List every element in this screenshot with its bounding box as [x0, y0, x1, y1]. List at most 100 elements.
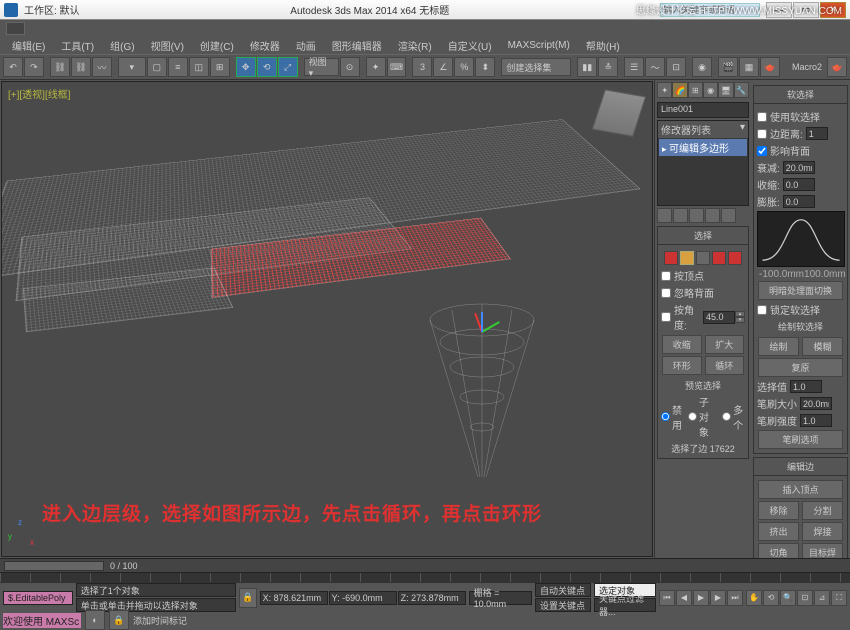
viewport-label[interactable]: [+][透视][线框] — [8, 86, 71, 101]
keyboard-shortcut-button[interactable]: ⌨ — [387, 57, 407, 77]
time-slider[interactable]: 0 / 100 — [0, 558, 850, 572]
fov-button[interactable]: ⊿ — [814, 590, 830, 606]
percent-snap-button[interactable]: % — [454, 57, 474, 77]
time-tag-button[interactable]: 添加时间标记 — [133, 614, 187, 627]
render-button[interactable]: 🫖 — [760, 57, 780, 77]
link-button[interactable]: ⛓ — [50, 57, 70, 77]
layer-manager-button[interactable]: ☰ — [624, 57, 644, 77]
z-coord[interactable]: Z: 273.878mm — [398, 591, 466, 605]
remove-modifier-button[interactable] — [705, 208, 720, 223]
workspace-selector[interactable]: 工作区: 默认 — [24, 2, 80, 17]
menu-customize[interactable]: 自定义(U) — [440, 36, 500, 55]
modifier-stack[interactable]: 修改器列表▾ ▸ 可编辑多边形 — [657, 120, 749, 206]
use-softselection-checkbox[interactable] — [757, 112, 767, 122]
pin-stack-button[interactable] — [657, 208, 672, 223]
maxscript-listener[interactable]: $.EditablePoly — [3, 591, 73, 605]
menu-rendering[interactable]: 渲染(R) — [390, 36, 440, 55]
softselection-header[interactable]: 软选择 — [754, 86, 847, 104]
by-angle-checkbox[interactable] — [661, 312, 671, 322]
selvalue-spinner[interactable] — [790, 380, 822, 393]
motion-tab[interactable]: ◉ — [703, 82, 718, 98]
keyfilters-button[interactable]: 关键点过滤器... — [594, 598, 656, 612]
configure-sets-button[interactable] — [721, 208, 736, 223]
utilities-tab[interactable]: 🔧 — [734, 82, 749, 98]
dropdown-icon[interactable]: ▾ — [740, 122, 745, 137]
select-scale-button[interactable]: ⤢ — [278, 57, 298, 77]
hierarchy-tab[interactable]: ⊞ — [688, 82, 703, 98]
isolate-button[interactable]: ◐ — [85, 610, 105, 630]
pan-view-button[interactable]: ✋ — [746, 590, 762, 606]
preview-subobj-radio[interactable] — [688, 412, 697, 421]
revert-button[interactable]: 复原 — [758, 358, 843, 377]
menu-tools[interactable]: 工具(T) — [53, 36, 102, 55]
mirror-button[interactable]: ▮▮ — [577, 57, 597, 77]
x-coord[interactable]: X: 878.621mm — [260, 591, 328, 605]
paint-button[interactable]: 绘制 — [758, 337, 799, 356]
blur-button[interactable]: 模糊 — [802, 337, 843, 356]
material-editor-button[interactable]: ◉ — [692, 57, 712, 77]
target-weld-button[interactable]: 目标焊接 — [802, 543, 843, 558]
schematic-view-button[interactable]: ⊡ — [666, 57, 686, 77]
spinner-snap-button[interactable]: ⬍ — [475, 57, 495, 77]
goto-start-button[interactable]: ⏮ — [659, 590, 675, 606]
refcoord-dropdown[interactable]: 视图 ▾ — [304, 58, 339, 76]
prev-frame-button[interactable]: ◀ — [676, 590, 692, 606]
manipulate-button[interactable]: ✦ — [366, 57, 386, 77]
menu-group[interactable]: 组(G) — [102, 36, 142, 55]
affect-backfacing-checkbox[interactable] — [757, 146, 767, 156]
maxscript-welcome[interactable]: 欢迎使用 MAXSc — [3, 613, 81, 628]
select-by-name-button[interactable]: ≡ — [168, 57, 188, 77]
zoom-button[interactable]: 🔍 — [780, 590, 796, 606]
by-vertex-checkbox[interactable] — [661, 271, 671, 281]
y-coord[interactable]: Y: -690.0mm — [329, 591, 397, 605]
caption-edit[interactable] — [6, 22, 25, 35]
snap-toggle-button[interactable]: 3 — [412, 57, 432, 77]
element-level[interactable] — [728, 251, 742, 265]
time-slider-thumb[interactable] — [4, 561, 104, 571]
menu-edit[interactable]: 编辑(E) — [4, 36, 53, 55]
select-move-button[interactable]: ✥ — [236, 57, 256, 77]
select-region-button[interactable]: ◫ — [189, 57, 209, 77]
align-button[interactable]: ≛ — [598, 57, 618, 77]
edit-edges-header[interactable]: 编辑边 — [754, 458, 847, 476]
preview-disable-radio[interactable] — [661, 412, 670, 421]
make-unique-button[interactable] — [689, 208, 704, 223]
lock-selection-button[interactable]: 🔒 — [239, 588, 257, 608]
shrink-button[interactable]: 收缩 — [662, 335, 702, 354]
window-crossing-button[interactable]: ⊞ — [210, 57, 230, 77]
setkey-button[interactable]: 设置关键点 — [535, 598, 591, 612]
object-name-field[interactable]: Line001 — [657, 102, 749, 118]
split-button[interactable]: 分割 — [802, 501, 843, 520]
edge-level[interactable] — [680, 251, 694, 265]
menu-views[interactable]: 视图(V) — [143, 36, 192, 55]
maximize-viewport-button[interactable]: ⛶ — [831, 590, 847, 606]
trackbar[interactable] — [0, 572, 850, 582]
brushsize-spinner[interactable] — [800, 397, 832, 410]
vertex-level[interactable] — [664, 251, 678, 265]
spinner-down-icon[interactable]: ▾ — [735, 317, 745, 323]
menu-grapheditors[interactable]: 图形编辑器 — [324, 36, 390, 55]
edge-distance-checkbox[interactable] — [757, 129, 767, 139]
selection-filter[interactable]: ▾ — [118, 57, 146, 77]
goto-end-button[interactable]: ⏭ — [727, 590, 743, 606]
menu-help[interactable]: 帮助(H) — [578, 36, 628, 55]
border-level[interactable] — [696, 251, 710, 265]
angle-snap-button[interactable]: ∠ — [433, 57, 453, 77]
grow-button[interactable]: 扩大 — [705, 335, 745, 354]
select-object-button[interactable]: ▢ — [147, 57, 167, 77]
ignore-backfacing-checkbox[interactable] — [661, 288, 671, 298]
selection-rollout-header[interactable]: 选择 — [658, 227, 748, 245]
insert-vertex-button[interactable]: 插入顶点 — [758, 480, 843, 499]
rendered-frame-button[interactable]: ▦ — [739, 57, 759, 77]
use-center-button[interactable]: ⊙ — [340, 57, 360, 77]
named-selection-dropdown[interactable]: 创建选择集 — [501, 58, 571, 76]
curve-editor-button[interactable]: 〜 — [645, 57, 665, 77]
select-rotate-button[interactable]: ⟲ — [257, 57, 277, 77]
app-icon[interactable] — [4, 3, 18, 17]
weld-button[interactable]: 焊接 — [802, 522, 843, 541]
polygon-level[interactable] — [712, 251, 726, 265]
zoom-extents-button[interactable]: ⊡ — [797, 590, 813, 606]
play-button[interactable]: ▶ — [693, 590, 709, 606]
falloff-spinner[interactable] — [783, 161, 815, 174]
selection-lock-button[interactable]: 🔒 — [109, 610, 129, 630]
